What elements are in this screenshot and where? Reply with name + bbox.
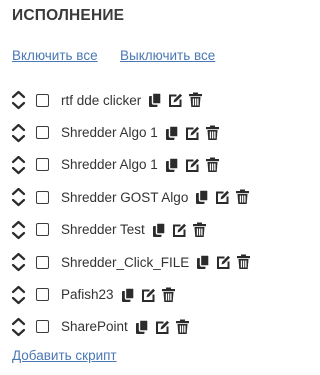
- sort-icon[interactable]: [10, 316, 27, 338]
- script-enable-checkbox[interactable]: [36, 255, 49, 269]
- edit-icon[interactable]: [141, 287, 156, 303]
- copy-icon[interactable]: [165, 157, 180, 173]
- sort-icon[interactable]: [10, 251, 27, 273]
- sort-icon[interactable]: [10, 284, 27, 306]
- script-enable-checkbox[interactable]: [36, 158, 49, 172]
- trash-icon[interactable]: [188, 92, 203, 108]
- script-name: Shredder Algo 1: [61, 125, 158, 141]
- script-name: Shredder_Click_FILE: [61, 254, 190, 270]
- copy-icon[interactable]: [148, 92, 163, 108]
- sort-icon[interactable]: [10, 89, 27, 111]
- sort-icon[interactable]: [10, 186, 27, 208]
- copy-icon[interactable]: [165, 124, 180, 141]
- script-name: Pafish23: [61, 287, 114, 303]
- script-enable-checkbox[interactable]: [36, 190, 49, 204]
- script-enable-checkbox[interactable]: [36, 320, 49, 334]
- script-name: SharePoint: [61, 319, 128, 335]
- script-enable-checkbox[interactable]: [36, 93, 49, 107]
- trash-icon[interactable]: [235, 189, 250, 205]
- copy-icon[interactable]: [196, 254, 211, 270]
- trash-icon[interactable]: [205, 157, 220, 173]
- sort-icon[interactable]: [10, 219, 27, 241]
- section-title: ИСПОЛНЕНИЕ: [12, 7, 125, 24]
- edit-icon[interactable]: [185, 125, 200, 141]
- trash-icon[interactable]: [161, 287, 176, 303]
- script-row: Shredder Test: [10, 214, 265, 246]
- script-name: Shredder GOST Algo: [61, 189, 189, 205]
- copy-icon[interactable]: [121, 286, 136, 303]
- script-name: Shredder Algo 1: [61, 157, 158, 173]
- trash-icon[interactable]: [192, 222, 207, 238]
- script-row: Shredder GOST Algo: [10, 181, 265, 213]
- add-script-link[interactable]: Добавить скрипт: [12, 348, 117, 363]
- script-name: rtf dde clicker: [61, 92, 142, 108]
- script-name: Shredder Test: [61, 222, 145, 238]
- script-enable-checkbox[interactable]: [36, 223, 49, 237]
- trash-icon[interactable]: [236, 254, 251, 270]
- script-row: Pafish23: [10, 278, 265, 310]
- enable-all-link[interactable]: Включить все: [12, 48, 98, 63]
- trash-icon[interactable]: [175, 319, 190, 335]
- edit-icon[interactable]: [172, 222, 187, 238]
- edit-icon[interactable]: [185, 157, 200, 173]
- trash-icon[interactable]: [205, 125, 220, 141]
- sort-icon[interactable]: [10, 154, 27, 176]
- edit-icon[interactable]: [168, 92, 183, 108]
- edit-icon[interactable]: [155, 319, 170, 335]
- copy-icon[interactable]: [135, 319, 150, 335]
- script-row: SharePoint: [10, 311, 265, 343]
- copy-icon[interactable]: [195, 189, 210, 205]
- script-enable-checkbox[interactable]: [36, 126, 49, 140]
- script-row: Shredder_Click_FILE: [10, 246, 265, 278]
- disable-all-link[interactable]: Выключить все: [120, 48, 215, 63]
- script-row: rtf dde clicker: [10, 84, 265, 116]
- copy-icon[interactable]: [152, 222, 167, 238]
- sort-icon[interactable]: [10, 122, 27, 144]
- script-row: Shredder Algo 1: [10, 116, 265, 148]
- edit-icon[interactable]: [216, 254, 231, 270]
- script-enable-checkbox[interactable]: [36, 288, 49, 302]
- script-list: rtf dde clicker Shredder Algo 1 Shredder A…: [10, 84, 265, 343]
- script-row: Shredder Algo 1: [10, 149, 265, 181]
- edit-icon[interactable]: [215, 189, 230, 205]
